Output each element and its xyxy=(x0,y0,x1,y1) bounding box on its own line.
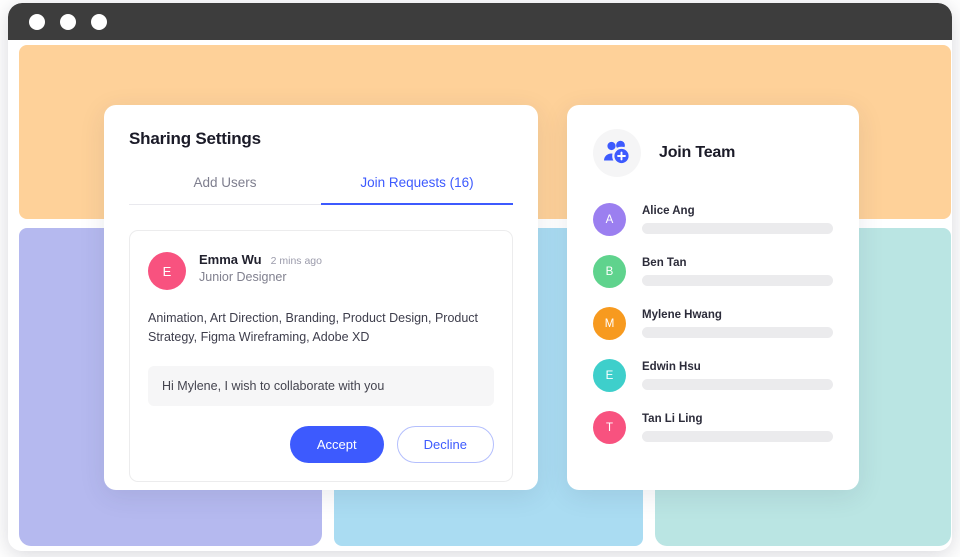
join-team-header: Join Team xyxy=(593,129,833,177)
browser-titlebar xyxy=(8,3,952,40)
maximize-dot[interactable] xyxy=(91,13,107,30)
member-info: Tan Li Ling xyxy=(642,413,833,442)
join-team-panel: Join Team A Alice Ang B Ben Tan M Mylene… xyxy=(567,105,859,490)
requester-role: Junior Designer xyxy=(199,270,287,284)
member-name: Mylene Hwang xyxy=(642,309,722,321)
list-item[interactable]: B Ben Tan xyxy=(593,255,833,288)
tab-join-requests[interactable]: Join Requests (16) xyxy=(321,175,513,205)
list-item[interactable]: E Edwin Hsu xyxy=(593,359,833,392)
browser-window: Sharing Settings Add Users Join Requests… xyxy=(8,3,952,551)
member-name: Tan Li Ling xyxy=(642,413,703,425)
list-item[interactable]: T Tan Li Ling xyxy=(593,411,833,444)
member-info: Ben Tan xyxy=(642,257,833,286)
page-canvas: Sharing Settings Add Users Join Requests… xyxy=(8,40,952,551)
minimize-dot[interactable] xyxy=(60,13,76,30)
close-dot[interactable] xyxy=(29,13,45,30)
list-item[interactable]: M Mylene Hwang xyxy=(593,307,833,340)
requester-skills: Animation, Art Direction, Branding, Prod… xyxy=(148,311,479,345)
join-request-item: E Emma Wu 2 mins ago Junior Designer Ani… xyxy=(129,230,513,482)
page-title: Sharing Settings xyxy=(129,129,261,148)
sharing-settings-card: Sharing Settings Add Users Join Requests… xyxy=(104,105,538,490)
request-timestamp: 2 mins ago xyxy=(270,255,322,267)
request-actions: Accept Decline xyxy=(148,425,494,463)
avatar: T xyxy=(593,411,626,444)
decline-button[interactable]: Decline xyxy=(396,425,494,463)
member-name: Ben Tan xyxy=(642,257,687,269)
requester-name: Emma Wu xyxy=(199,252,262,267)
requester-name-row: Emma Wu 2 mins ago xyxy=(199,252,322,267)
member-detail-placeholder xyxy=(642,431,833,442)
join-team-title: Join Team xyxy=(659,144,736,161)
avatar: E xyxy=(148,252,186,290)
member-detail-placeholder xyxy=(642,275,833,286)
member-detail-placeholder xyxy=(642,379,833,390)
member-detail-placeholder xyxy=(642,223,833,234)
list-item[interactable]: A Alice Ang xyxy=(593,203,833,236)
request-header: E Emma Wu 2 mins ago Junior Designer xyxy=(148,251,494,290)
member-list: A Alice Ang B Ben Tan M Mylene Hwang E E… xyxy=(593,203,833,444)
member-detail-placeholder xyxy=(642,327,833,338)
member-name: Alice Ang xyxy=(642,205,695,217)
member-info: Edwin Hsu xyxy=(642,361,833,390)
member-name: Edwin Hsu xyxy=(642,361,701,373)
requester-meta: Emma Wu 2 mins ago Junior Designer xyxy=(199,251,322,284)
avatar: A xyxy=(593,203,626,236)
avatar: B xyxy=(593,255,626,288)
add-people-icon xyxy=(593,129,641,177)
tabs: Add Users Join Requests (16) xyxy=(129,175,513,205)
request-message: Hi Mylene, I wish to collaborate with yo… xyxy=(148,365,494,406)
member-info: Alice Ang xyxy=(642,205,833,234)
member-info: Mylene Hwang xyxy=(642,309,833,338)
avatar: E xyxy=(593,359,626,392)
accept-button[interactable]: Accept xyxy=(289,425,384,463)
tab-add-users[interactable]: Add Users xyxy=(129,175,321,205)
avatar: M xyxy=(593,307,626,340)
